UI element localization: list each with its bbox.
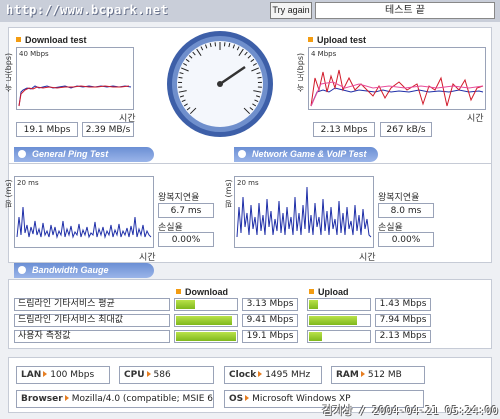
upload-bar-fill: [309, 316, 357, 325]
upload-y-unit: 속 도(bps): [296, 52, 305, 92]
download-value: 3.13 Mbps: [242, 298, 298, 311]
ping-game-rtt-value: 8.0 ms: [378, 203, 434, 218]
ping-general-series: [16, 206, 152, 239]
ping-general-y-max: 20 ms: [17, 179, 39, 187]
arrow-right-icon: [258, 371, 263, 377]
os-key: OS: [229, 394, 244, 404]
upload-bar: [307, 314, 371, 327]
ping-game-y-max: 20 ms: [237, 179, 259, 187]
dial-tick: [178, 76, 183, 79]
ping-game-rtt-label: 왕복지연율: [378, 193, 420, 203]
upload-y-max: 4 Mbps: [311, 50, 337, 58]
ram-info: RAM 512 MB: [331, 366, 425, 384]
download-value: 19.1 Mbps: [242, 330, 298, 343]
download-bar-fill: [176, 332, 236, 341]
upload-x-label: 시간: [467, 114, 484, 124]
upload-bar-fill: [309, 300, 318, 309]
upload-bar-fill: [309, 332, 322, 341]
cpu-info: CPU 586: [119, 366, 214, 384]
download-y-unit: 속 도(bps): [4, 52, 13, 92]
site-url: http://www.bcpark.net: [6, 3, 169, 17]
upload-value: 1.43 Mbps: [375, 298, 431, 311]
download-graph-svg: 40 Mbps: [18, 50, 132, 107]
lan-value: 100 Mbps: [50, 370, 95, 380]
ping-general-y-unit: 핑 (ms): [4, 179, 13, 208]
ping-game-graph: 20 ms: [234, 176, 374, 248]
upload-graph-svg: 4 Mbps: [310, 50, 484, 107]
ping-general-graph: 20 ms: [14, 176, 154, 248]
status-box: 테스트 끝: [315, 2, 495, 19]
gauge-row-label: 드림라인 기타서비스 최대값: [14, 314, 170, 327]
ping-game-loss-value: 0.00%: [378, 232, 434, 247]
general-ping-banner: General Ping Test: [14, 147, 154, 162]
download-series-red: [18, 85, 130, 107]
ping-general-x-label: 시간: [139, 253, 156, 263]
ping-general-loss-value: 0.00%: [158, 232, 214, 247]
ping-general-rtt-label: 왕복지연율: [158, 193, 200, 203]
cpu-key: CPU: [124, 370, 145, 380]
ram-value: 512 MB: [367, 370, 402, 380]
clock-value: 1495 MHz: [265, 370, 311, 380]
clock-info: Clock 1495 MHz: [224, 366, 322, 384]
download-value: 9.41 Mbps: [242, 314, 298, 327]
upload-speed-bytes: 267 kB/s: [380, 122, 432, 137]
upload-bar: [307, 330, 371, 343]
arrow-right-icon: [64, 395, 69, 401]
download-series-blue: [18, 85, 132, 107]
cpu-value: 586: [153, 370, 171, 380]
upload-graph: 4 Mbps: [308, 47, 486, 110]
ram-key: RAM: [336, 370, 359, 380]
download-bar: [174, 330, 238, 343]
ping-game-y-unit: 핑 (ms): [224, 179, 233, 208]
ping-general-rtt-value: 6.7 ms: [158, 203, 214, 218]
download-y-max: 40 Mbps: [19, 50, 49, 58]
ping-game-x-label: 시간: [359, 253, 376, 263]
network-game-banner: Network Game & VoIP Test: [234, 147, 378, 162]
timestamp: 김기상 / 2004-04-21 05:24:00: [321, 404, 498, 417]
dial-tick: [257, 76, 262, 79]
browser-key: Browser: [21, 394, 63, 404]
upload-bar: [307, 298, 371, 311]
ping-game-series: [236, 186, 372, 238]
upload-test-title: Upload test: [308, 35, 366, 45]
gauge-upload-header: Upload: [309, 287, 349, 297]
download-speed-bps: 19.1 Mbps: [16, 122, 78, 137]
arrow-right-icon: [43, 371, 48, 377]
ping-game-graph-svg: 20 ms: [236, 179, 372, 238]
gauge-row-label: 드림라인 기타서비스 평균: [14, 298, 170, 311]
gauge-download-header: Download: [176, 287, 228, 297]
browser-value: Mozilla/4.0 (compatible; MSIE 6.0: [71, 394, 214, 404]
arrow-right-icon: [245, 395, 250, 401]
browser-info: Browser Mozilla/4.0 (compatible; MSIE 6.0: [16, 390, 214, 408]
download-graph: 40 Mbps: [16, 47, 134, 110]
try-again-button[interactable]: Try again: [270, 2, 312, 19]
bandwidth-gauge-banner: Bandwidth Gauge: [14, 263, 154, 278]
download-test-title: Download test: [16, 35, 87, 45]
arrow-right-icon: [360, 371, 365, 377]
download-bar-fill: [176, 300, 195, 309]
download-bar: [174, 298, 238, 311]
speed-gauge-dial: [165, 29, 275, 139]
ping-general-graph-svg: 20 ms: [16, 179, 152, 239]
lan-info: LAN 100 Mbps: [16, 366, 110, 384]
upload-series-pink: [310, 81, 484, 107]
upload-value: 2.13 Mbps: [375, 330, 431, 343]
lan-key: LAN: [21, 370, 42, 380]
gauge-row-label: 사용자 측정값: [14, 330, 170, 343]
upload-value: 7.94 Mbps: [375, 314, 431, 327]
download-bar: [174, 314, 238, 327]
clock-key: Clock: [229, 370, 257, 380]
upload-speed-bps: 2.13 Mbps: [313, 122, 375, 137]
arrow-right-icon: [146, 371, 151, 377]
upload-series-blue: [310, 87, 484, 107]
download-bar-fill: [176, 316, 233, 325]
download-speed-bytes: 2.39 MB/s: [82, 122, 134, 137]
